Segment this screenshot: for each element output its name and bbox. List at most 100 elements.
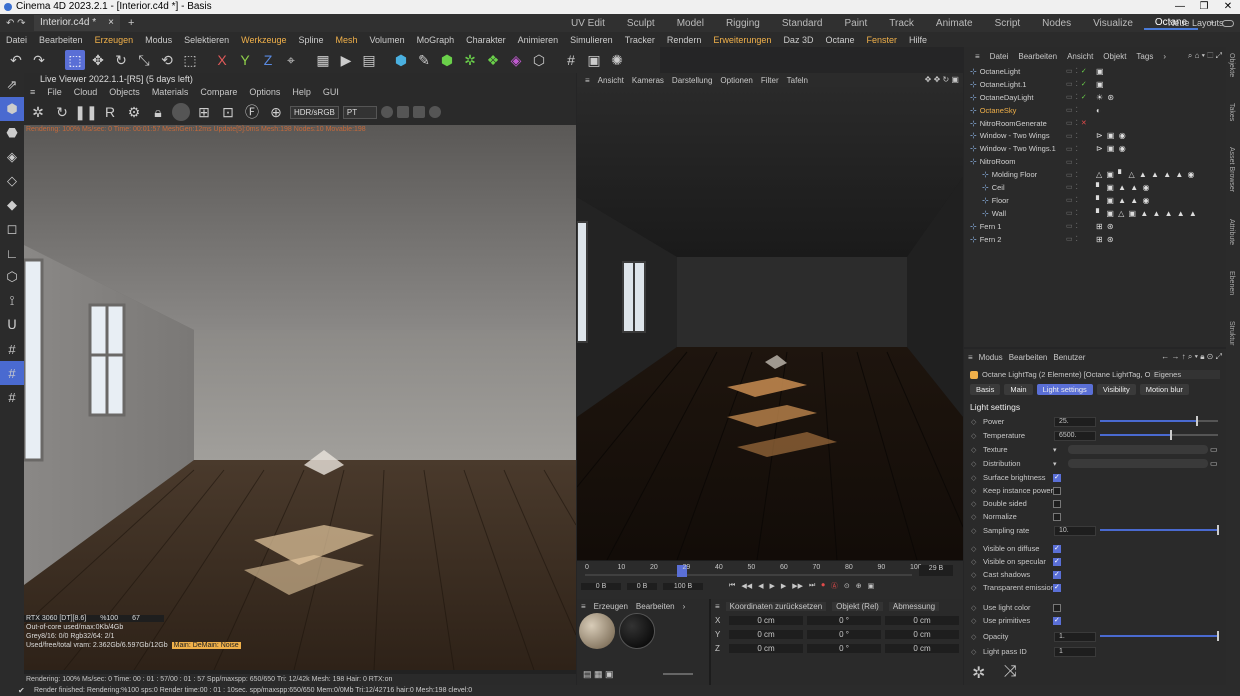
object-name[interactable]: Floor (992, 196, 1009, 205)
coord-field-p[interactable]: 0 cm (729, 643, 803, 653)
attr-value-field[interactable]: 1 (1054, 646, 1096, 657)
object-tags-icon[interactable]: ⊳ ▣ ◉ (1096, 144, 1127, 153)
object-tags-icon[interactable]: ⊞ ⊛ (1096, 222, 1115, 231)
hamburger-icon[interactable]: ≡ (970, 52, 985, 61)
focus-picker-icon[interactable]: Ⓕ (242, 102, 262, 122)
object-row[interactable]: ⊹ Window - Two Wings ▭ ⁚ ⊳ ▣ ◉ (964, 129, 1226, 142)
enabled-check-icon[interactable]: ✓ (1081, 93, 1087, 101)
render-pass-badge[interactable]: Main: DeMain: Noise (171, 642, 241, 649)
end-frame-field[interactable]: 100 B (663, 582, 703, 590)
layout-tab[interactable]: Standard (771, 18, 834, 29)
link-icon[interactable]: ⤨ (1004, 663, 1017, 681)
object-name[interactable]: Window - Two Wings.1 (980, 144, 1056, 153)
coord-field-p[interactable]: 0 cm (729, 615, 803, 625)
menu-hilfe[interactable]: Hilfe (903, 35, 933, 45)
visibility-dots-icon[interactable]: ⁚ (1076, 119, 1078, 127)
go-end-icon[interactable]: ⏭ (809, 582, 815, 590)
layer-icon[interactable]: ▭ (1066, 171, 1073, 179)
toggle-b-icon[interactable] (396, 106, 409, 118)
object-row[interactable]: ⊹ OctaneSky ▭ ⁚ ◐ (964, 104, 1226, 117)
grid-snap-icon[interactable]: # (0, 337, 24, 361)
coord-field-r[interactable]: 0 ° (807, 643, 881, 653)
edges-mode-icon[interactable]: ◇ (0, 169, 24, 193)
keyframe-diamond-icon[interactable]: ◇ (971, 513, 976, 521)
attr-dropdown-icon[interactable]: ▾ (1053, 446, 1057, 454)
more-icon[interactable]: › (683, 602, 686, 611)
lv-menu-options[interactable]: Options (243, 87, 286, 97)
keyframe-settings-icon[interactable]: ⊙ (844, 582, 850, 590)
close-window-button[interactable]: ✕ (1216, 0, 1240, 14)
visibility-dots-icon[interactable]: ⁚ (1076, 106, 1078, 114)
layer-icon[interactable]: ▭ (1066, 106, 1073, 114)
visibility-dots-icon[interactable]: ⁚ (1076, 67, 1078, 75)
object-name[interactable]: NitroRoomGenerate (980, 119, 1047, 128)
scene-icon[interactable]: ⬡ (529, 50, 549, 70)
object-tags-icon[interactable]: ◐ (1096, 106, 1102, 115)
object-name[interactable]: Wall (992, 209, 1006, 218)
render-picture-viewer-icon[interactable]: ▶ (336, 50, 356, 70)
new-document-button[interactable]: + (128, 17, 134, 29)
object-tags-icon[interactable]: ▘ ▣ ▲ ▲ ◉ (1096, 196, 1150, 205)
layer-icon[interactable]: ▭ (1066, 222, 1073, 230)
coord-field-r[interactable]: 0 ° (807, 615, 881, 625)
layout-tab[interactable]: Nodes (1031, 18, 1082, 29)
keyframe-diamond-icon[interactable]: ◇ (971, 432, 976, 440)
layer-icon[interactable]: ▭ (1066, 183, 1073, 191)
record-icon[interactable]: ⏺ (821, 582, 825, 590)
layer-icon[interactable]: ▭ (1066, 235, 1073, 243)
object-name[interactable]: OctaneDayLight (980, 93, 1034, 102)
attr-checkbox[interactable] (1053, 557, 1061, 566)
visibility-dots-icon[interactable]: ⁚ (1076, 145, 1078, 153)
object-tags-icon[interactable]: △ ▣ ▘ △ ▲ ▲ ▲ ▲ ◉ (1096, 170, 1195, 179)
go-start-icon[interactable]: ⏮ (729, 582, 735, 590)
live-viewer-render[interactable]: Rendering: 100% Ms/sec: 0 Time: 00:01:57… (24, 125, 576, 670)
focus-icon[interactable]: ⊡ (218, 102, 238, 122)
hamburger-icon[interactable]: ≡ (968, 353, 973, 362)
vp-menu-darstellung[interactable]: Darstellung (668, 76, 716, 85)
timeline[interactable]: 0 10 20 29 40 50 60 70 80 90 100 29 B 0 B 0 B 100 … (577, 561, 963, 599)
cloner-icon[interactable]: ❖ (483, 50, 503, 70)
menu-erweiterungen[interactable]: Erweiterungen (707, 35, 777, 45)
material-menu-create[interactable]: Erzeugen (594, 602, 628, 611)
attr-checkbox[interactable] (1053, 570, 1061, 579)
attr-checkbox[interactable] (1053, 512, 1061, 521)
vp-menu-optionen[interactable]: Optionen (716, 76, 756, 85)
box-select-icon[interactable]: ⬚ (180, 50, 200, 70)
menu-modus[interactable]: Modus (139, 35, 178, 45)
y-axis-icon[interactable]: Y (235, 50, 255, 70)
layout-tab[interactable]: Sculpt (616, 18, 666, 29)
visibility-dots-icon[interactable]: ⁚ (1076, 183, 1078, 191)
layer-icon[interactable]: ▭ (1066, 119, 1073, 127)
redo-icon[interactable]: ↷ (29, 50, 49, 70)
attr-value-field[interactable]: 1. (1054, 631, 1096, 642)
coord-size-select[interactable]: Abmessung (888, 601, 940, 611)
lv-menu-objects[interactable]: Objects (103, 87, 146, 97)
toggle-a-icon[interactable] (380, 106, 393, 118)
menu-simulieren[interactable]: Simulieren (564, 35, 619, 45)
layout-tab[interactable]: Animate (925, 18, 984, 29)
folder-icon[interactable]: ▭ (1210, 459, 1218, 468)
keyframe-diamond-icon[interactable]: ◇ (971, 500, 976, 508)
object-row[interactable]: ⊹ NitroRoomGenerate ▭ ⁚ ✕ (964, 117, 1226, 130)
layer-icon[interactable]: ▭ (1066, 132, 1073, 140)
x-axis-icon[interactable]: X (212, 50, 232, 70)
menu-werkzeuge[interactable]: Werkzeuge (235, 35, 292, 45)
lv-menu-file[interactable]: File (41, 87, 68, 97)
hdr-select[interactable]: HDR/sRGB (290, 105, 339, 119)
disabled-x-icon[interactable]: ✕ (1081, 119, 1087, 127)
keyframe-diamond-icon[interactable]: ◇ (971, 604, 976, 612)
attr-nav-icons[interactable]: ← → ↑ ⌕ ▾ 🔒︎ ⊙ ⤢ (1161, 352, 1222, 362)
next-key-icon[interactable]: ▶▶ (792, 582, 803, 590)
magnet-icon[interactable]: Ս (0, 313, 24, 337)
side-tab[interactable]: Struktur (1228, 321, 1235, 346)
object-tags-icon[interactable]: ⊞ ⊛ (1096, 235, 1115, 244)
deformer-icon[interactable]: ✲ (460, 50, 480, 70)
snapshot-icon[interactable] (412, 106, 425, 118)
menu-spline[interactable]: Spline (293, 35, 330, 45)
hamburger-icon[interactable]: ≡ (715, 602, 720, 611)
object-row[interactable]: ⊹ Wall ▭ ⁚ ▘ ▣ △ ▣ ▲ ▲ ▲ ▲ ▲ (964, 207, 1226, 220)
prev-frame-icon[interactable]: ◀ (758, 582, 763, 590)
generator-icon[interactable]: ⬢ (437, 50, 457, 70)
coord-mode-select[interactable]: Objekt (Rel) (832, 601, 883, 611)
layout-tab[interactable]: UV Edit (560, 18, 616, 29)
